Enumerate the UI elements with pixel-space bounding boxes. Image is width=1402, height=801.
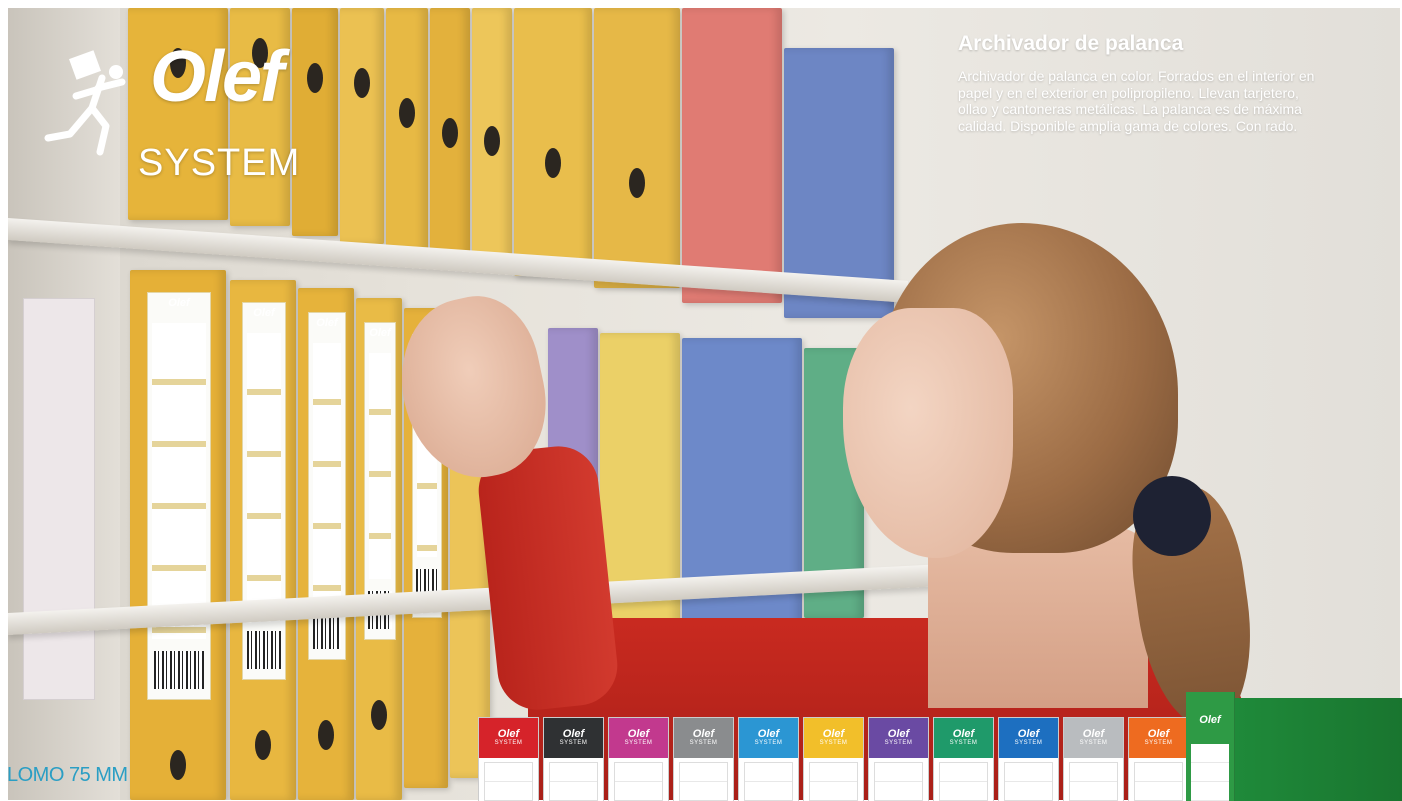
lower-binder: Olef — [356, 298, 402, 800]
binder-color-band: Olef SYSTEM — [869, 718, 928, 758]
binder-label — [549, 762, 598, 801]
binder-mini-logo-brand: Olef — [1147, 728, 1170, 740]
binder-color-band: Olef SYSTEM — [804, 718, 863, 758]
product-page: Olef Olef Olef Olef Olef SYSTEM Archivad… — [0, 0, 1402, 801]
binder-spine: Olef — [1186, 692, 1235, 801]
color-binder-row: Olef SYSTEM Olef SYSTEM Olef SYSTEM Olef SYSTEM… — [478, 717, 1189, 801]
binder-mini-logo-brand: Olef — [497, 728, 520, 740]
binder-label — [809, 762, 858, 801]
binder-mini-logo-system: SYSTEM — [559, 740, 588, 746]
color-binder: Olef SYSTEM — [673, 717, 734, 801]
binder-color-band: Olef SYSTEM — [1129, 718, 1188, 758]
featured-green-binder: Olef — [1186, 692, 1402, 801]
binder-mini-logo: Olef SYSTEM — [609, 728, 668, 746]
binder-label — [1191, 744, 1229, 801]
binder-color-band: Olef SYSTEM — [1064, 718, 1123, 758]
binder-color-band: Olef SYSTEM — [674, 718, 733, 758]
binder-mini-logo-system: SYSTEM — [1079, 740, 1108, 746]
upper-binder — [594, 8, 680, 288]
binder-label — [744, 762, 793, 801]
binder-mini-logo: Olef SYSTEM — [999, 728, 1058, 746]
binder-mini-logo-brand: Olef — [952, 728, 975, 740]
color-binder: Olef SYSTEM — [803, 717, 864, 801]
logo-system: SYSTEM — [138, 142, 301, 184]
color-binder: Olef SYSTEM — [738, 717, 799, 801]
color-binder: Olef SYSTEM — [1128, 717, 1189, 801]
binder-mini-logo-brand: Olef — [1017, 728, 1040, 740]
product-title: Archivador de palanca — [958, 32, 1184, 55]
binder-color-band: Olef SYSTEM — [479, 718, 538, 758]
woman-face — [843, 308, 1013, 558]
binder-mini-logo-system: SYSTEM — [1144, 740, 1173, 746]
spine-width-label: LOMO 75 MM — [7, 764, 128, 786]
binder-color-band: Olef SYSTEM — [739, 718, 798, 758]
binder-mini-logo-system: SYSTEM — [949, 740, 978, 746]
product-info: Archivador de palanca Archivador de pala… — [958, 32, 1318, 134]
color-binder: Olef SYSTEM — [868, 717, 929, 801]
color-binder: Olef SYSTEM — [933, 717, 994, 801]
color-binder: Olef SYSTEM — [1063, 717, 1124, 801]
binder-label — [939, 762, 988, 801]
binder-mini-logo: Olef SYSTEM — [544, 728, 603, 746]
lower-binder: Olef — [230, 280, 296, 800]
binder-mini-logo: Olef — [1199, 714, 1221, 726]
binder-mini-logo-system: SYSTEM — [1014, 740, 1043, 746]
logo-brand: Olef — [150, 37, 284, 117]
binder-mini-logo: Olef SYSTEM — [869, 728, 928, 746]
binder-label — [1004, 762, 1053, 801]
binder-mini-logo-brand: Olef — [1082, 728, 1105, 740]
pinned-document — [23, 298, 95, 700]
binder-mini-logo: Olef SYSTEM — [739, 728, 798, 746]
binder-mini-logo-brand: Olef — [692, 728, 715, 740]
binder-label — [1069, 762, 1118, 801]
lower-binder — [682, 338, 802, 648]
binder-label — [1134, 762, 1183, 801]
upper-binder — [430, 8, 470, 260]
binder-mini-logo-system: SYSTEM — [624, 740, 653, 746]
binder-mini-logo: Olef SYSTEM — [804, 728, 863, 746]
binder-mini-logo-brand: Olef — [627, 728, 650, 740]
binder-mini-logo-system: SYSTEM — [689, 740, 718, 746]
upper-binder — [682, 8, 782, 303]
running-man-carrying-box-icon — [44, 50, 126, 156]
binder-mini-logo-system: SYSTEM — [819, 740, 848, 746]
binder-mini-logo: Olef SYSTEM — [934, 728, 993, 746]
color-binder: Olef SYSTEM — [478, 717, 539, 801]
upper-binder — [386, 8, 428, 252]
upper-binder — [472, 8, 512, 266]
olef-system-logo: Olef SYSTEM — [42, 37, 302, 202]
binder-mini-logo-system: SYSTEM — [754, 740, 783, 746]
binder-mini-logo: Olef SYSTEM — [1129, 728, 1188, 746]
binder-mini-logo-brand: Olef — [887, 728, 910, 740]
binder-label — [874, 762, 923, 801]
binder-mini-logo: Olef SYSTEM — [674, 728, 733, 746]
product-description: Archivador de palanca en color. Forrados… — [958, 68, 1315, 134]
binder-mini-logo: Olef SYSTEM — [1064, 728, 1123, 746]
binder-mini-logo-system: SYSTEM — [884, 740, 913, 746]
binder-mini-logo-brand: Olef — [822, 728, 845, 740]
binder-mini-logo-brand: Olef — [562, 728, 585, 740]
binder-color-band: Olef SYSTEM — [544, 718, 603, 758]
woman-neck — [928, 528, 1148, 708]
lower-binder: Olef — [298, 288, 354, 800]
binder-cover — [1234, 698, 1402, 801]
binder-color-band: Olef SYSTEM — [609, 718, 668, 758]
binder-mini-logo-brand: Olef — [757, 728, 780, 740]
binder-color-band: Olef SYSTEM — [934, 718, 993, 758]
binder-label — [484, 762, 533, 801]
binder-mini-logo-system: SYSTEM — [494, 740, 523, 746]
upper-binder — [514, 8, 592, 276]
color-binder: Olef SYSTEM — [543, 717, 604, 801]
lower-binder — [600, 333, 680, 653]
binder-color-band: Olef SYSTEM — [999, 718, 1058, 758]
lower-binder: Olef — [130, 270, 226, 800]
color-binder: Olef SYSTEM — [608, 717, 669, 801]
upper-binder — [340, 8, 384, 244]
binder-mini-logo: Olef SYSTEM — [479, 728, 538, 746]
binder-label — [614, 762, 663, 801]
hair-scrunchie — [1133, 476, 1211, 556]
binder-label — [679, 762, 728, 801]
color-binder: Olef SYSTEM — [998, 717, 1059, 801]
